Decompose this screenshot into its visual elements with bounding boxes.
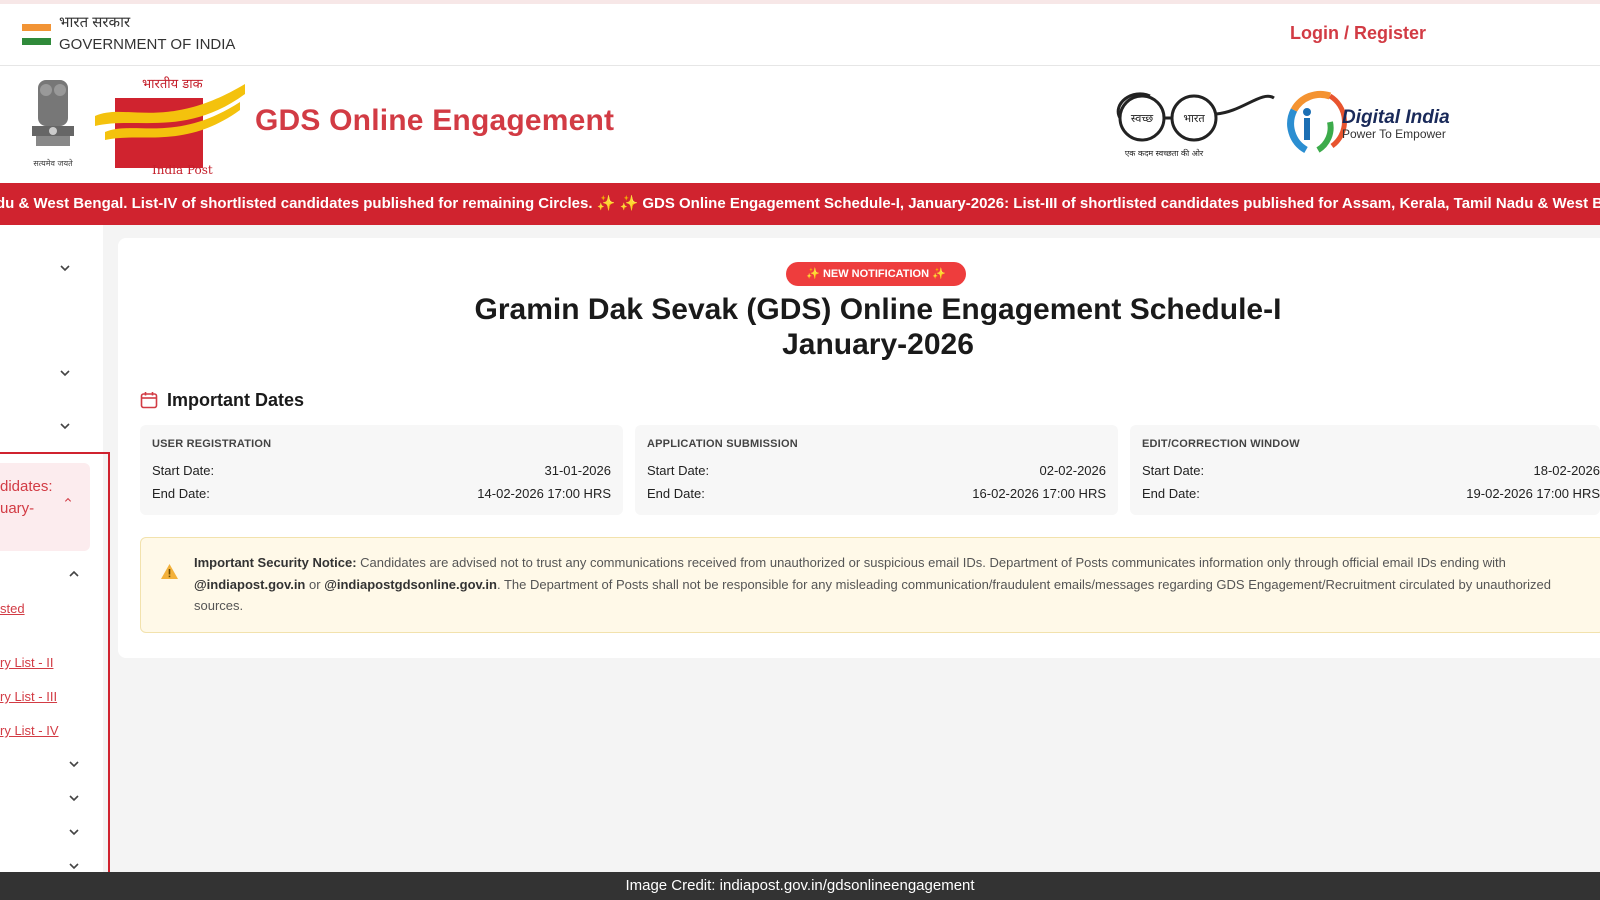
chevron-down-icon[interactable] [68, 758, 80, 770]
digital-india-text: Digital India [1342, 107, 1450, 128]
gov-label-hindi: भारत सरकार [59, 14, 131, 31]
india-post-logo: भारतीय डाक India Post [95, 76, 245, 176]
date-card-user-registration: USER REGISTRATION Start Date: 31-01-2026 … [140, 425, 623, 515]
gov-label: भारत सरकार GOVERNMENT OF INDIA [59, 12, 235, 56]
date-card-edit-correction: EDIT/CORRECTION WINDOW Start Date: 18-02-… [1130, 425, 1600, 515]
start-date-value: 18-02-2026 [1533, 463, 1600, 478]
ticker-text[interactable]: du & West Bengal. List-IV of shortlisted… [0, 194, 1600, 212]
date-card-label: APPLICATION SUBMISSION [647, 438, 798, 450]
end-date-label: End Date: [1142, 486, 1200, 501]
news-ticker[interactable]: du & West Bengal. List-IV of shortlisted… [0, 183, 1600, 225]
emblem-motto: सत्यमेव जयते [33, 158, 73, 168]
date-card-label: USER REGISTRATION [152, 438, 272, 450]
chevron-down-icon[interactable] [59, 367, 71, 379]
indiapost-label: India Post [152, 163, 213, 176]
sidebar-link-list-2[interactable]: ry List - II [0, 655, 53, 670]
chevron-down-icon[interactable] [68, 792, 80, 804]
end-date-value: 19-02-2026 17:00 HRS [1466, 486, 1600, 501]
digital-india-tag: Power To Empower [1342, 127, 1446, 141]
chevron-down-icon[interactable] [68, 860, 80, 872]
warning-icon [161, 564, 178, 579]
page-title: Gramin Dak Sevak (GDS) Online Engagement… [474, 293, 1282, 361]
sidebar-item-candidates-label: didates: uary- [0, 478, 53, 517]
sidebar-link-shortlisted[interactable]: sted [0, 601, 25, 616]
swachh-bharat-logo: स्वच्छ भारत एक कदम स्वच्छता की ओर [1116, 92, 1275, 158]
national-emblem-icon: सत्यमेव जयते [32, 80, 74, 168]
india-flag-icon [22, 24, 51, 45]
start-date-label: Start Date: [647, 463, 710, 478]
notice-title: Important Security Notice: [194, 555, 357, 570]
notice-email-1: @indiapost.gov.in [194, 576, 306, 592]
start-date-label: Start Date: [1142, 463, 1205, 478]
end-date-label: End Date: [647, 486, 705, 501]
digital-india-logo: Digital India Power To Empower [1287, 90, 1450, 154]
end-date-label: End Date: [152, 486, 210, 501]
calendar-icon [140, 392, 158, 409]
gov-label-english: GOVERNMENT OF INDIA [59, 36, 236, 53]
login-register-link[interactable]: Login / Register [1290, 23, 1426, 44]
date-card-label: EDIT/CORRECTION WINDOW [1142, 438, 1300, 450]
swachh-right: भारत [1183, 112, 1205, 125]
notice-email-2: @indiapostgdsonline.gov.in [324, 576, 497, 592]
image-credit-caption: Image Credit: indiapost.gov.in/gdsonline… [0, 872, 1600, 900]
important-dates-heading: Important Dates [167, 390, 305, 410]
end-date-value: 16-02-2026 17:00 HRS [972, 486, 1106, 501]
sidebar-link-list-3[interactable]: ry List - III [0, 689, 57, 704]
end-date-value: 14-02-2026 17:00 HRS [477, 486, 611, 501]
new-notification-badge: ✨ NEW NOTIFICATION ✨ [786, 262, 966, 286]
chevron-up-icon[interactable] [68, 568, 80, 580]
start-date-label: Start Date: [152, 463, 215, 478]
indiapost-hindi: भारतीय डाक [142, 76, 204, 92]
chevron-down-icon[interactable] [68, 826, 80, 838]
chevron-down-icon[interactable] [59, 262, 71, 274]
site-title: GDS Online Engagement [255, 104, 615, 137]
chevron-down-icon[interactable] [59, 420, 71, 432]
security-notice-text: Important Security Notice: Candidates ar… [194, 555, 1551, 613]
start-date-value: 31-01-2026 [544, 463, 612, 478]
sidebar-link-list-4[interactable]: ry List - IV [0, 723, 59, 738]
swachh-tag: एक कदम स्वच्छता की ओर [1125, 148, 1204, 158]
start-date-value: 02-02-2026 [1039, 463, 1107, 478]
chevron-up-icon[interactable] [64, 496, 72, 504]
swachh-left: स्वच्छ [1131, 112, 1153, 125]
date-card-application-submission: APPLICATION SUBMISSION Start Date: 02-02-… [635, 425, 1118, 515]
site-header: सत्यमेव जयते भारतीय डाक India Post GDS O… [0, 66, 1600, 183]
